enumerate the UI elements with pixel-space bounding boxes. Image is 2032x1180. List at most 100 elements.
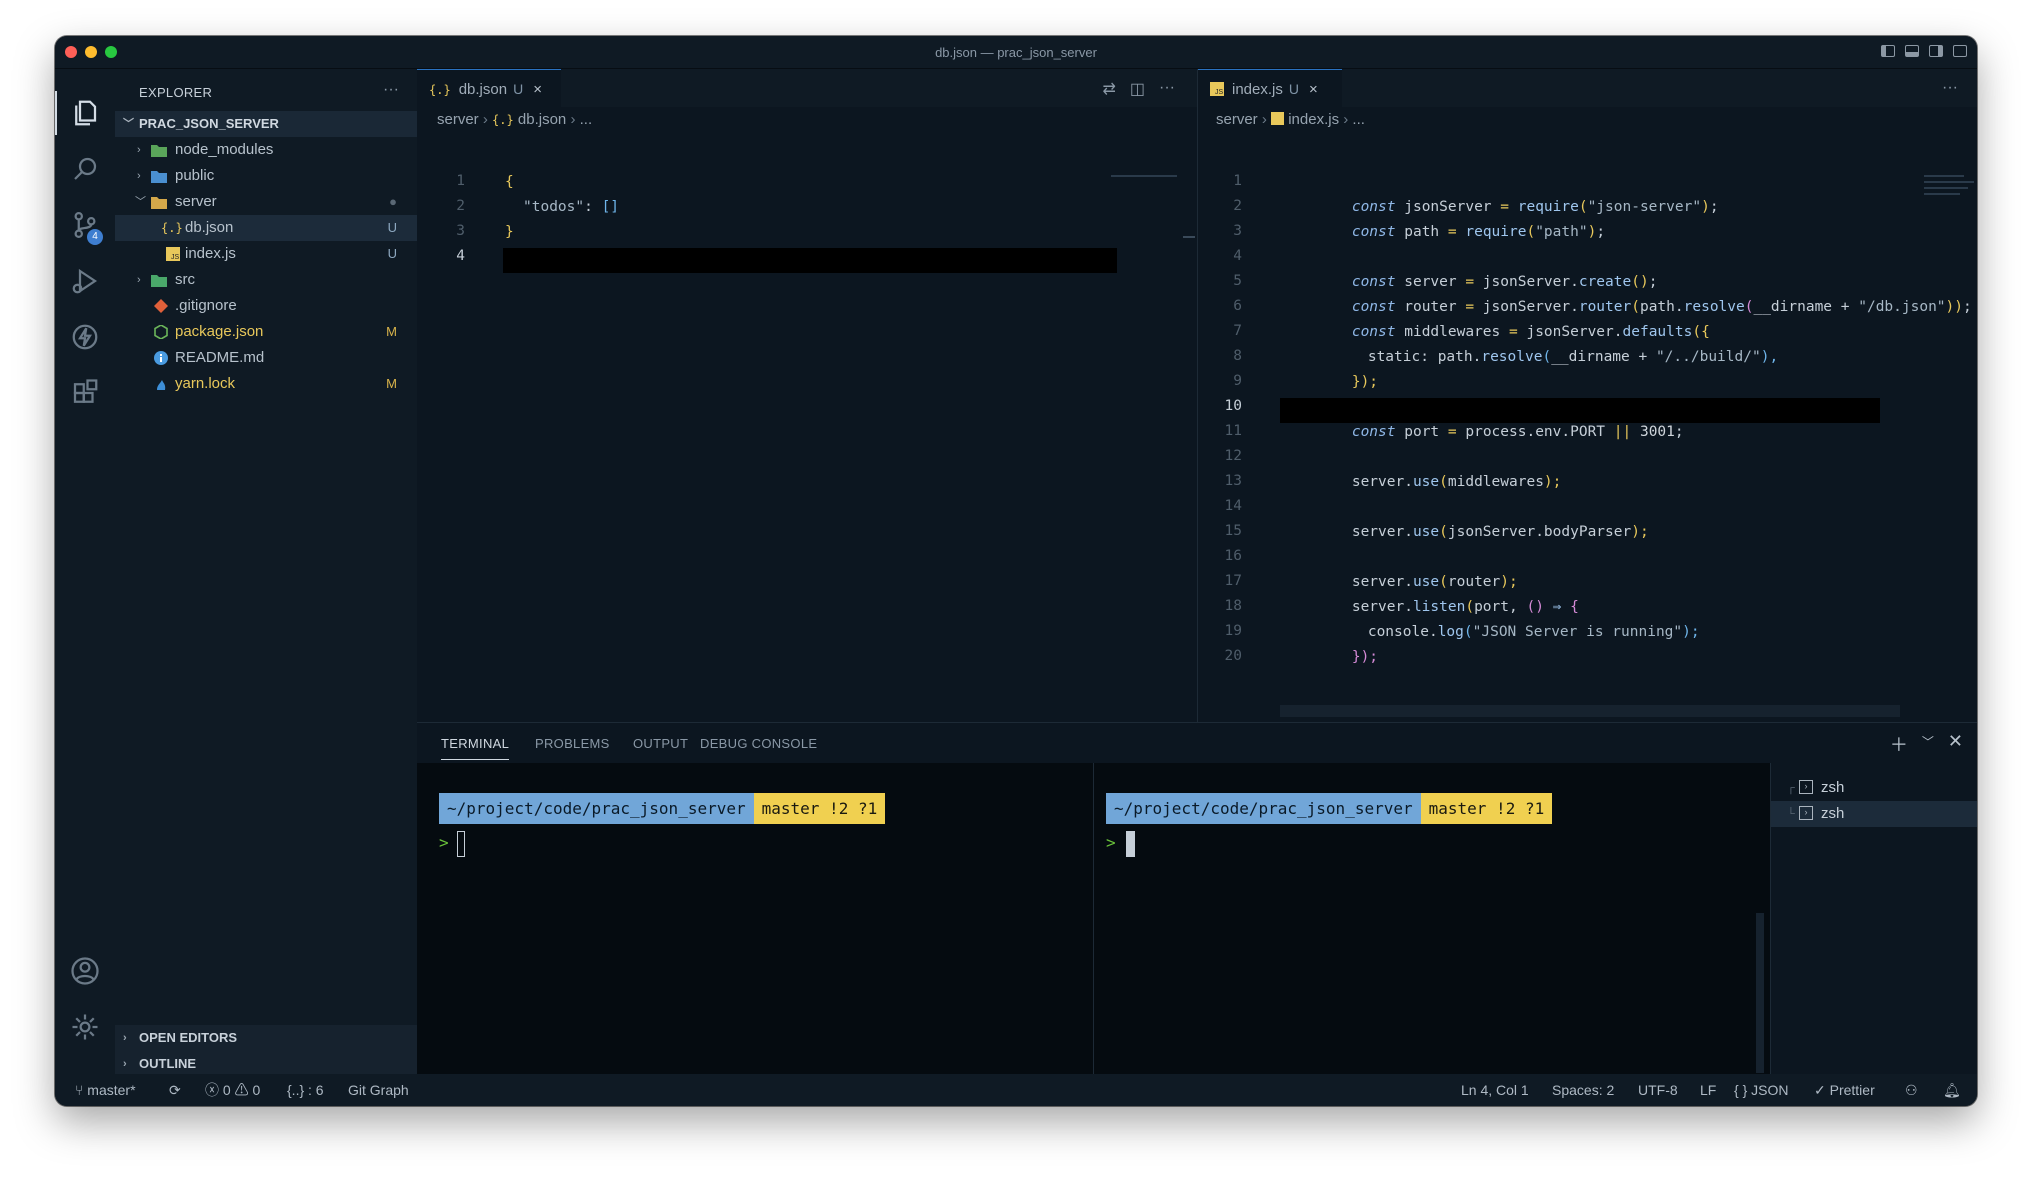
line-ending[interactable]: LF <box>1700 1074 1716 1106</box>
customize-layout-icon[interactable] <box>1953 45 1967 57</box>
project-folder-header[interactable]: ﹀ PRAC_JSON_SERVER <box>115 111 417 137</box>
line-number: 3 <box>1233 223 1242 239</box>
settings-gear-icon[interactable] <box>55 999 115 1055</box>
breadcrumb-file[interactable]: db.json <box>518 111 566 128</box>
account-icon[interactable] <box>55 943 115 999</box>
tree-item-package-json[interactable]: package.json M <box>115 319 417 345</box>
live-share-icon[interactable]: ⚇ <box>1905 1074 1918 1106</box>
encoding[interactable]: UTF-8 <box>1638 1074 1678 1106</box>
run-debug-icon[interactable] <box>55 253 115 309</box>
tree-item-src[interactable]: › src <box>115 267 417 293</box>
tab-terminal[interactable]: TERMINAL <box>441 736 510 760</box>
code-area[interactable]: 1 2 3 4 { "todos": [] } <box>417 173 619 317</box>
minimap-line <box>1924 181 1974 183</box>
new-terminal-icon[interactable]: ＋ <box>1890 731 1908 757</box>
tree-item-public[interactable]: › public <box>115 163 417 189</box>
tab-output[interactable]: OUTPUT <box>633 736 688 751</box>
code-line: const port = process.env.PORT || 3001; <box>1282 395 1684 440</box>
tree-item-gitignore[interactable]: .gitignore <box>115 293 417 319</box>
terminal-list-item[interactable]: └ › zsh <box>1771 801 1977 827</box>
tree-item-readme[interactable]: README.md <box>115 345 417 371</box>
code-line: server.listen(port, () ⇒ { <box>1282 570 1579 615</box>
toggle-sidebar-icon[interactable] <box>1881 45 1895 57</box>
branch-status[interactable]: ⑂ master* <box>75 1074 136 1106</box>
code-token: require <box>1456 224 1527 240</box>
tab-index-js[interactable]: JS index.js U × <box>1198 69 1342 107</box>
chevron-right-icon: › <box>137 144 141 156</box>
indentation[interactable]: Spaces: 2 <box>1552 1074 1614 1106</box>
close-tab-icon[interactable]: × <box>533 81 542 98</box>
terminal-1[interactable]: ~/project/code/prac_json_server master !2… <box>417 763 1094 1075</box>
folder-open-icon <box>151 197 167 209</box>
search-icon[interactable] <box>55 141 115 197</box>
line-number: 17 <box>1224 573 1242 589</box>
terminal-list-item[interactable]: ┌ › zsh <box>1771 775 1977 801</box>
explorer-icon[interactable] <box>55 85 115 141</box>
code-token: resolve <box>1481 349 1543 365</box>
tab-bar: JS index.js U × ··· <box>1198 69 1977 107</box>
chevron-down-icon[interactable]: ﹀ <box>1922 731 1934 757</box>
notifications-bell-icon[interactable]: 🔔︎ <box>1943 1074 1961 1106</box>
more-actions-icon[interactable]: ··· <box>1942 79 1958 97</box>
prompt-branch: master !2 ?1 <box>753 793 886 824</box>
code-token: path. <box>1437 349 1482 365</box>
code-token: ( <box>1542 349 1552 365</box>
toggle-panel-icon[interactable] <box>1905 45 1919 57</box>
tab-debug-console[interactable]: DEBUG CONSOLE <box>700 736 817 751</box>
breadcrumb-folder[interactable]: server <box>1216 111 1258 128</box>
terminal-prompt: ~/project/code/prac_json_server master !2… <box>439 793 886 824</box>
tree-item-server[interactable]: ﹀ server ● <box>115 189 417 215</box>
tree-item-index-js[interactable]: JS index.js U <box>115 241 417 267</box>
prettier-status[interactable]: ✓ Prettier <box>1814 1074 1875 1106</box>
code-area[interactable]: 1 2 3 4 5 6 7 8 9 10 11 12 13 14 15 16 1… <box>1198 173 1972 693</box>
tree-item-node-modules[interactable]: › node_modules <box>115 137 417 163</box>
cursor-position[interactable]: Ln 4, Col 1 <box>1461 1074 1529 1106</box>
sync-icon[interactable]: ⟳ <box>169 1074 181 1106</box>
svg-text:JS: JS <box>171 254 180 261</box>
breadcrumb-symbol[interactable]: ... <box>580 111 593 128</box>
chevron-right-icon: › <box>137 274 141 286</box>
window-title: db.json — prac_json_server <box>935 45 1097 60</box>
extensions-icon[interactable] <box>55 365 115 421</box>
code-line: const middlewares = jsonServer.defaults(… <box>1282 295 1710 340</box>
problems-status[interactable]: ⓧ 0 ⚠ 0 <box>205 1074 260 1106</box>
vscode-window: db.json — prac_json_server 4 EXPLORER ··… <box>55 36 1977 1106</box>
close-tab-icon[interactable]: × <box>1309 81 1318 98</box>
editor-group-left: {.} db.json U × ⇄ ◫ ··· server › {.} db.jso… <box>417 69 1197 722</box>
more-actions-icon[interactable]: ··· <box>1159 79 1175 99</box>
breadcrumb-file[interactable]: index.js <box>1288 111 1339 128</box>
code-token: 3001 <box>1631 424 1675 440</box>
code-line: const router = jsonServer.router(path.re… <box>1282 270 1972 315</box>
language-mode[interactable]: { } JSON <box>1734 1074 1788 1106</box>
breadcrumb-symbol[interactable]: ... <box>1352 111 1365 128</box>
split-editor-icon[interactable]: ◫ <box>1130 79 1145 99</box>
prompt-path: ~/project/code/prac_json_server <box>439 793 754 824</box>
line-number: 2 <box>1233 198 1242 214</box>
minimap[interactable] <box>1924 175 1964 177</box>
git-graph-button[interactable]: Git Graph <box>348 1074 409 1106</box>
terminal-2[interactable]: ~/project/code/prac_json_server master !2… <box>1094 763 1770 1075</box>
breadcrumb-folder[interactable]: server <box>437 111 479 128</box>
tab-problems[interactable]: PROBLEMS <box>535 736 610 751</box>
thunder-client-icon[interactable] <box>55 309 115 365</box>
terminal-scrollbar[interactable] <box>1756 913 1764 1073</box>
open-editors-section[interactable]: › OPEN EDITORS <box>115 1025 417 1051</box>
section-label: OPEN EDITORS <box>139 1030 238 1045</box>
explorer-more-button[interactable]: ··· <box>383 81 399 99</box>
tree-item-db-json[interactable]: {.} db.json U <box>115 215 417 241</box>
minimap[interactable] <box>1111 175 1177 177</box>
tab-db-json[interactable]: {.} db.json U × <box>417 69 561 107</box>
compare-changes-icon[interactable]: ⇄ <box>1102 79 1115 99</box>
tree-item-yarn-lock[interactable]: yarn.lock M <box>115 371 417 397</box>
toggle-secondary-sidebar-icon[interactable] <box>1929 45 1943 57</box>
close-panel-icon[interactable]: ✕ <box>1948 731 1963 757</box>
tree-item-label: .gitignore <box>175 297 237 314</box>
horizontal-scrollbar[interactable] <box>1280 705 1900 717</box>
json-item-count[interactable]: {..} : 6 <box>287 1074 324 1106</box>
source-control-icon[interactable]: 4 <box>55 197 115 253</box>
code-token: "/../build/" <box>1655 349 1761 365</box>
code-token: use <box>1412 524 1440 540</box>
line-number: 15 <box>1224 523 1242 539</box>
terminal-cursor <box>457 831 465 857</box>
folder-node-icon <box>151 145 167 157</box>
